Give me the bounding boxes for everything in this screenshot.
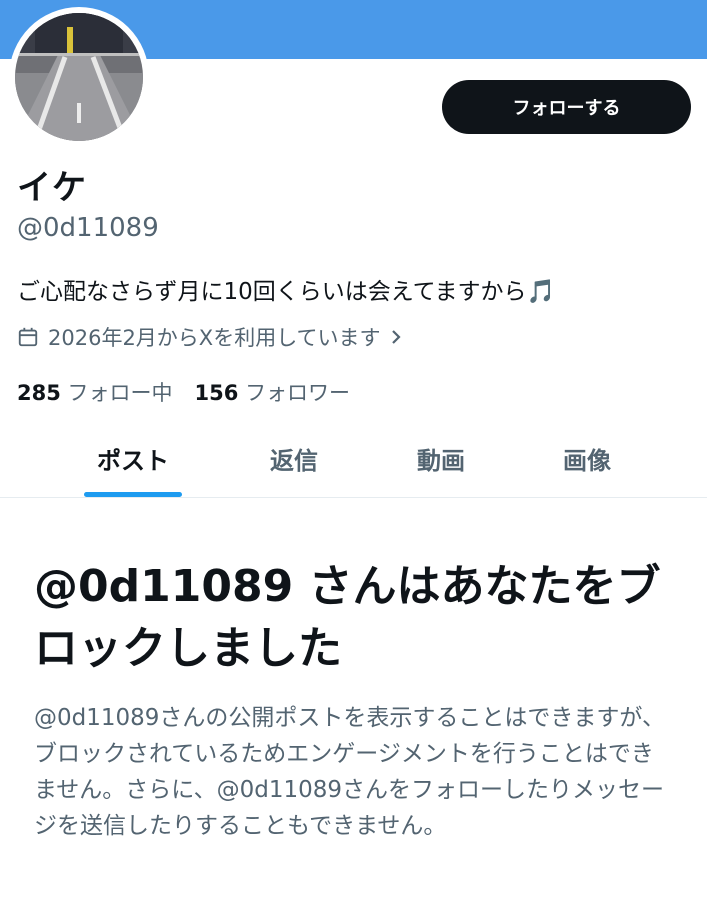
calendar-icon — [18, 327, 38, 347]
followers-link[interactable]: 156 フォロワー — [195, 381, 351, 405]
following-label: フォロー中 — [67, 381, 173, 405]
tab-label: 画像 — [563, 447, 611, 475]
avatar-image — [15, 13, 143, 141]
tab-images[interactable]: 画像 — [514, 420, 660, 497]
joined-date-text: 2026年2月からXを利用しています — [48, 326, 381, 350]
active-tab-indicator — [84, 492, 182, 497]
follow-stats: 285 フォロー中 156 フォロワー — [17, 377, 350, 407]
following-count: 285 — [17, 381, 61, 405]
user-handle: @0d11089 — [17, 213, 159, 243]
following-link[interactable]: 285 フォロー中 — [17, 381, 173, 405]
joined-date-link[interactable]: 2026年2月からXを利用しています — [17, 322, 412, 352]
chevron-right-icon — [391, 330, 401, 344]
tab-posts[interactable]: ポスト — [60, 420, 206, 497]
tab-replies[interactable]: 返信 — [221, 420, 367, 497]
tab-label: 返信 — [270, 447, 318, 475]
followers-label: フォロワー — [245, 381, 351, 405]
profile-tabs: ポスト 返信 動画 画像 — [0, 420, 707, 498]
tab-label: 動画 — [417, 447, 465, 475]
blocked-description: @0d11089さんの公開ポストを表示することはできますが、ブロックされているた… — [34, 705, 665, 839]
display-name: イケ — [17, 168, 87, 208]
followers-count: 156 — [194, 381, 239, 405]
blocked-title: @0d11089 さんはあなたをブロックしました — [34, 561, 661, 674]
tab-label: ポスト — [97, 447, 169, 475]
bio-text: ご心配なさらず月に10回くらいは会えてますから🎵 — [17, 279, 556, 305]
follow-button[interactable]: フォローする — [442, 80, 691, 134]
avatar[interactable] — [9, 7, 149, 147]
tab-videos[interactable]: 動画 — [368, 420, 514, 497]
